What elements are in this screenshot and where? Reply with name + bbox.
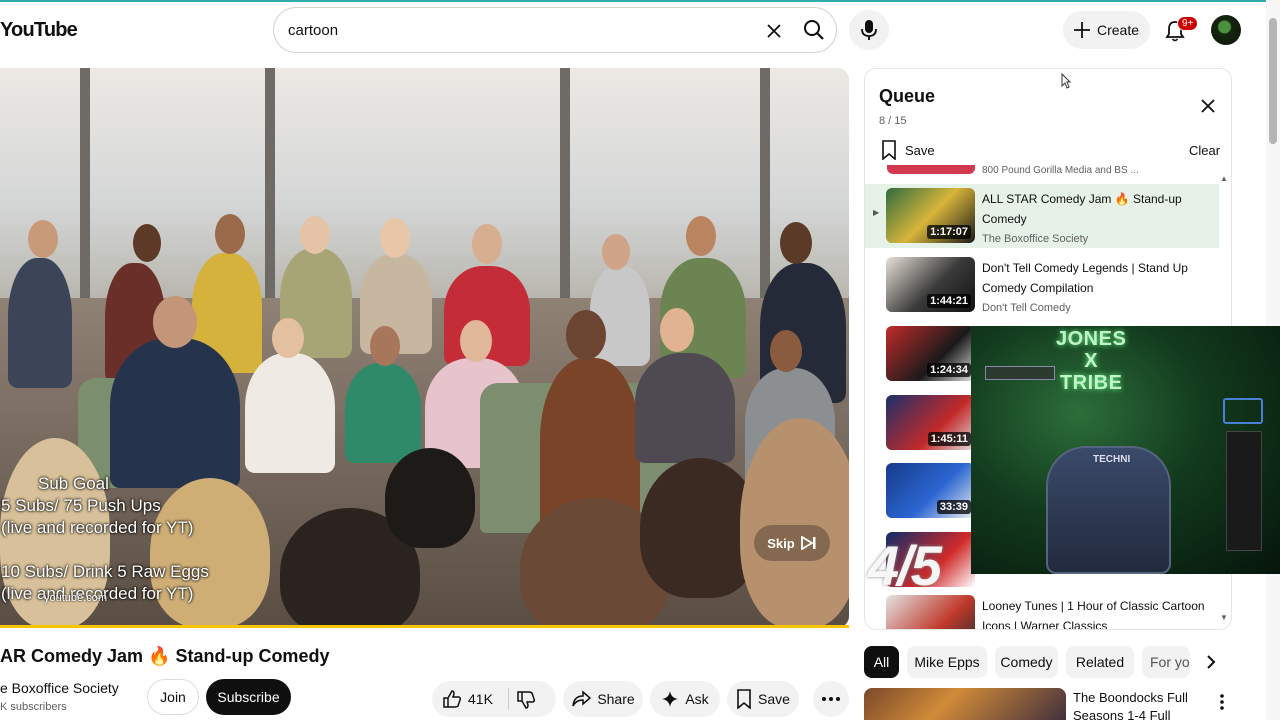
queue-thumbnail: 33:39	[886, 463, 975, 518]
now-playing-icon: ▶	[873, 208, 880, 217]
mouse-cursor-icon	[1061, 72, 1072, 94]
scroll-up-icon[interactable]: ▲	[1220, 174, 1228, 183]
bookmark-icon	[737, 689, 751, 709]
share-button[interactable]: Share	[563, 681, 643, 717]
queue-thumbnail: 1:17:07	[886, 188, 975, 243]
scrollbar-thumb[interactable]	[1269, 18, 1277, 144]
chevron-right-icon[interactable]	[1199, 650, 1223, 674]
wall-shelf	[1226, 431, 1262, 551]
top-bar: YouTube cartoon Create 9+	[0, 0, 1280, 56]
queue-position: 8 / 15	[879, 115, 907, 127]
previous-item-channel: 800 Pound Gorilla Media and BS ...	[982, 165, 1139, 176]
duration-badge: 1:45:11	[927, 432, 971, 446]
chip-comedy[interactable]: Comedy	[995, 646, 1058, 678]
thumbs-down-icon[interactable]	[514, 689, 538, 711]
neon-sign: JONES X TRIBE	[1056, 328, 1126, 394]
search-box[interactable]: cartoon	[273, 7, 837, 53]
video-player[interactable]: Sub Goal 5 Subs/ 75 Push Ups (live and r…	[0, 68, 849, 628]
video-title: AR Comedy Jam 🔥 Stand-up Comedy	[0, 646, 330, 666]
street-sign	[985, 366, 1055, 380]
previous-item-thumbnail[interactable]	[887, 165, 975, 174]
save-label: Save	[758, 691, 790, 707]
queue-thumbnail: 1:24:34	[886, 326, 975, 381]
create-label: Create	[1097, 22, 1140, 38]
chip-all[interactable]: All	[864, 646, 899, 678]
notification-badge: 9+	[1177, 16, 1199, 31]
like-count: 41K	[468, 691, 493, 707]
subscribe-button[interactable]: Subscribe	[206, 679, 291, 715]
skip-next-icon	[800, 536, 816, 550]
queue-item-channel: Don't Tell Comedy	[982, 302, 1071, 314]
chair-brand: TECHNI	[1093, 454, 1131, 465]
wall-frame	[1223, 398, 1263, 424]
plus-icon	[1074, 22, 1090, 38]
duration-badge: 1:44:21	[927, 294, 971, 308]
skip-label: Skip	[767, 535, 795, 551]
chip-mike-epps[interactable]: Mike Epps	[907, 646, 987, 678]
queue-title: Queue	[879, 86, 936, 106]
bookmark-icon	[882, 140, 896, 160]
share-icon	[572, 690, 592, 707]
ask-button[interactable]: Ask	[650, 681, 720, 717]
account-avatar[interactable]	[1211, 15, 1241, 45]
channel-name[interactable]: e Boxoffice Society	[0, 680, 119, 696]
gaming-chair: TECHNI	[1046, 446, 1171, 574]
queue-thumbnail	[886, 595, 975, 629]
queue-thumbnail: 1:45:11	[886, 395, 975, 450]
queue-save-label: Save	[905, 142, 935, 158]
queue-thumbnail: 1:44:21	[886, 257, 975, 312]
microphone-icon[interactable]	[849, 10, 889, 50]
search-icon[interactable]	[796, 12, 832, 48]
overlay-goal-line-3: 10 Subs/ Drink 5 Raw Eggs	[1, 562, 209, 581]
queue-item-title: Don't Tell Comedy Legends | Stand Up Com…	[982, 261, 1188, 295]
queue-item[interactable]: ▶ 1:17:07 ALL STAR Comedy Jam 🔥 Stand-up…	[865, 184, 1219, 248]
progress-bar[interactable]	[0, 625, 849, 628]
queue-item-title: ALL STAR Comedy Jam 🔥 Stand-up Comedy	[982, 192, 1182, 226]
queue-item[interactable]: 1:44:21 Don't Tell Comedy Legends | Stan…	[865, 253, 1219, 317]
join-button[interactable]: Join	[147, 679, 199, 715]
create-button[interactable]: Create	[1063, 11, 1150, 49]
share-label: Share	[597, 691, 635, 707]
neon-line-3: TRIBE	[1059, 372, 1123, 394]
queue-item-title: Looney Tunes | 1 Hour of Classic Cartoon…	[982, 599, 1205, 630]
overlay-sub-goal: Sub Goal	[38, 474, 109, 493]
queue-item-channel: The Boxoffice Society	[982, 233, 1089, 245]
subscriber-count: K subscribers	[0, 701, 67, 713]
neon-line-2: X	[1084, 350, 1099, 372]
recommendation-title[interactable]: The Boondocks Full Seasons 1-4 Full	[1073, 689, 1213, 720]
queue-clear-button[interactable]: Clear	[1189, 143, 1220, 158]
neon-line-1: JONES	[1056, 328, 1127, 350]
more-vert-icon[interactable]	[1212, 690, 1232, 714]
duration-badge: 1:17:07	[927, 225, 971, 239]
overlay-goal-line-2: (live and recorded for YT)	[1, 518, 194, 537]
duration-badge: 33:39	[936, 500, 971, 514]
like-divider	[508, 688, 509, 710]
more-actions-icon[interactable]	[813, 681, 849, 717]
chip-for-you[interactable]: For yo	[1142, 646, 1190, 678]
filter-chips: All Mike Epps Comedy Related For yo	[864, 646, 1264, 678]
chip-related[interactable]: Related	[1066, 646, 1134, 678]
youtube-logo[interactable]: YouTube	[0, 19, 78, 42]
overlay-goal-line-1: 5 Subs/ 75 Push Ups	[1, 496, 161, 515]
recommendation-thumbnail[interactable]	[864, 688, 1066, 720]
duration-badge: 1:24:34	[927, 363, 971, 377]
save-button[interactable]: Save	[727, 681, 799, 717]
streamer-camera-overlay: JONES X TRIBE TECHNI	[971, 326, 1280, 574]
goal-progress-fraction: 4/5	[868, 534, 942, 597]
queue-save-button[interactable]: Save	[881, 140, 935, 160]
scroll-down-icon[interactable]: ▼	[1220, 613, 1228, 622]
clear-search-icon[interactable]	[757, 14, 791, 48]
skip-button[interactable]: Skip	[754, 525, 830, 561]
close-icon[interactable]	[1195, 93, 1221, 119]
search-input[interactable]: cartoon	[288, 22, 338, 39]
thumbs-up-icon	[443, 690, 462, 708]
ask-label: Ask	[685, 691, 709, 707]
watermark: youtube.com	[44, 592, 107, 604]
sparkle-icon	[662, 691, 679, 707]
